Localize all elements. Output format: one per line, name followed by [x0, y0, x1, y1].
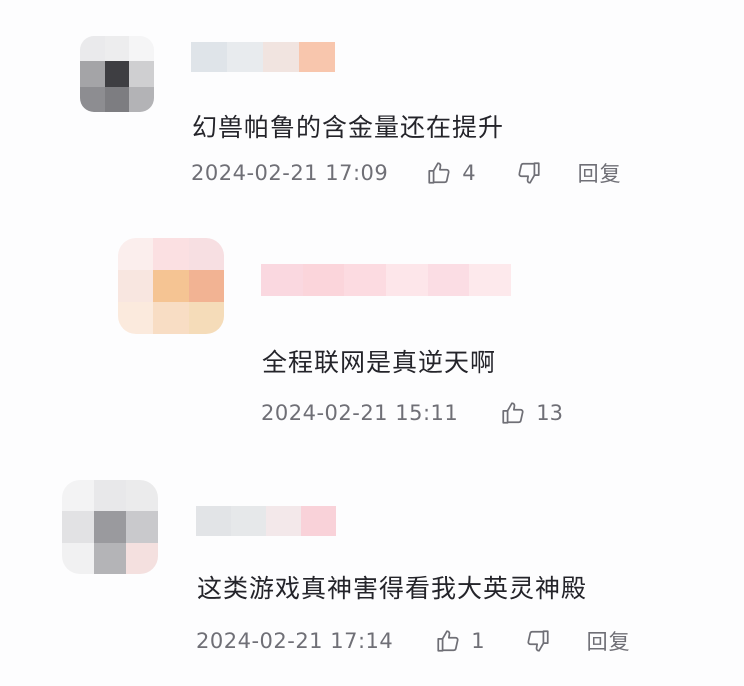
avatar[interactable]: [62, 480, 158, 574]
timestamp: 2024-02-21 17:09: [191, 161, 389, 185]
username-blurred[interactable]: [261, 264, 511, 296]
username-pixel: [227, 42, 263, 72]
avatar-pixel: [80, 61, 105, 87]
timestamp: 2024-02-21 15:11: [261, 401, 459, 425]
username-pixel: [263, 42, 299, 72]
thumbs-down-icon: [518, 162, 540, 184]
avatar-pixel: [118, 302, 154, 334]
avatar-pixel: [62, 480, 94, 512]
avatar-pixel: [188, 302, 224, 334]
username-pixel: [196, 506, 231, 536]
avatar-pixel: [94, 480, 126, 512]
like-count: 1: [471, 629, 485, 653]
thumbs-up-icon: [437, 630, 459, 652]
avatar-pixel: [104, 61, 130, 87]
avatar-pixel: [80, 86, 105, 112]
avatar-pixel: [126, 542, 158, 574]
username-pixel: [302, 264, 345, 296]
avatar-pixel: [129, 61, 154, 87]
like-button[interactable]: 1: [435, 628, 485, 654]
comment-meta: 2024-02-21 17:14 1 回复: [196, 626, 631, 656]
username-blurred[interactable]: [196, 506, 336, 536]
avatar-pixel: [126, 511, 158, 543]
username-blurred[interactable]: [191, 42, 335, 72]
reply-button[interactable]: 回复: [587, 626, 631, 656]
comment-meta: 2024-02-21 15:11 13: [261, 398, 563, 428]
avatar-pixel: [118, 270, 154, 302]
avatar-pixel: [62, 511, 94, 543]
comment-text: 全程联网是真逆天啊: [262, 348, 497, 377]
comment-text: 这类游戏真神害得看我大英灵神殿: [197, 574, 588, 603]
like-count: 13: [536, 401, 563, 425]
thumbs-up-icon: [502, 402, 524, 424]
username-pixel: [301, 506, 336, 536]
avatar-pixel: [188, 238, 224, 270]
avatar-pixel: [153, 238, 189, 270]
username-pixel: [469, 264, 511, 296]
avatar[interactable]: [118, 238, 224, 334]
username-pixel: [386, 264, 428, 296]
avatar-pixel: [62, 542, 94, 574]
thumbs-down-icon: [527, 630, 549, 652]
avatar-pixel: [129, 36, 154, 62]
thumbs-up-icon: [428, 162, 450, 184]
username-pixel: [427, 264, 470, 296]
avatar[interactable]: [80, 36, 154, 112]
avatar-pixel: [94, 542, 126, 574]
comment-meta: 2024-02-21 17:09 4 回复: [191, 158, 622, 188]
avatar-pixel: [94, 511, 126, 543]
like-button[interactable]: 13: [500, 400, 563, 426]
avatar-pixel: [104, 36, 130, 62]
avatar-pixel: [126, 480, 158, 512]
reply-button[interactable]: 回复: [578, 158, 622, 188]
username-pixel: [191, 42, 227, 72]
dislike-button[interactable]: [525, 628, 551, 654]
username-pixel: [266, 506, 301, 536]
avatar-pixel: [104, 86, 130, 112]
username-pixel: [299, 42, 335, 72]
avatar-pixel: [153, 270, 189, 302]
avatar-pixel: [188, 270, 224, 302]
avatar-pixel: [118, 238, 154, 270]
avatar-pixel: [129, 86, 154, 112]
like-count: 4: [462, 161, 476, 185]
timestamp: 2024-02-21 17:14: [196, 629, 394, 653]
comment-text: 幻兽帕鲁的含金量还在提升: [192, 113, 505, 142]
like-button[interactable]: 4: [426, 160, 476, 186]
dislike-button[interactable]: [516, 160, 542, 186]
username-pixel: [231, 506, 266, 536]
username-pixel: [344, 264, 387, 296]
username-pixel: [261, 264, 303, 296]
avatar-pixel: [80, 36, 105, 62]
avatar-pixel: [153, 302, 189, 334]
